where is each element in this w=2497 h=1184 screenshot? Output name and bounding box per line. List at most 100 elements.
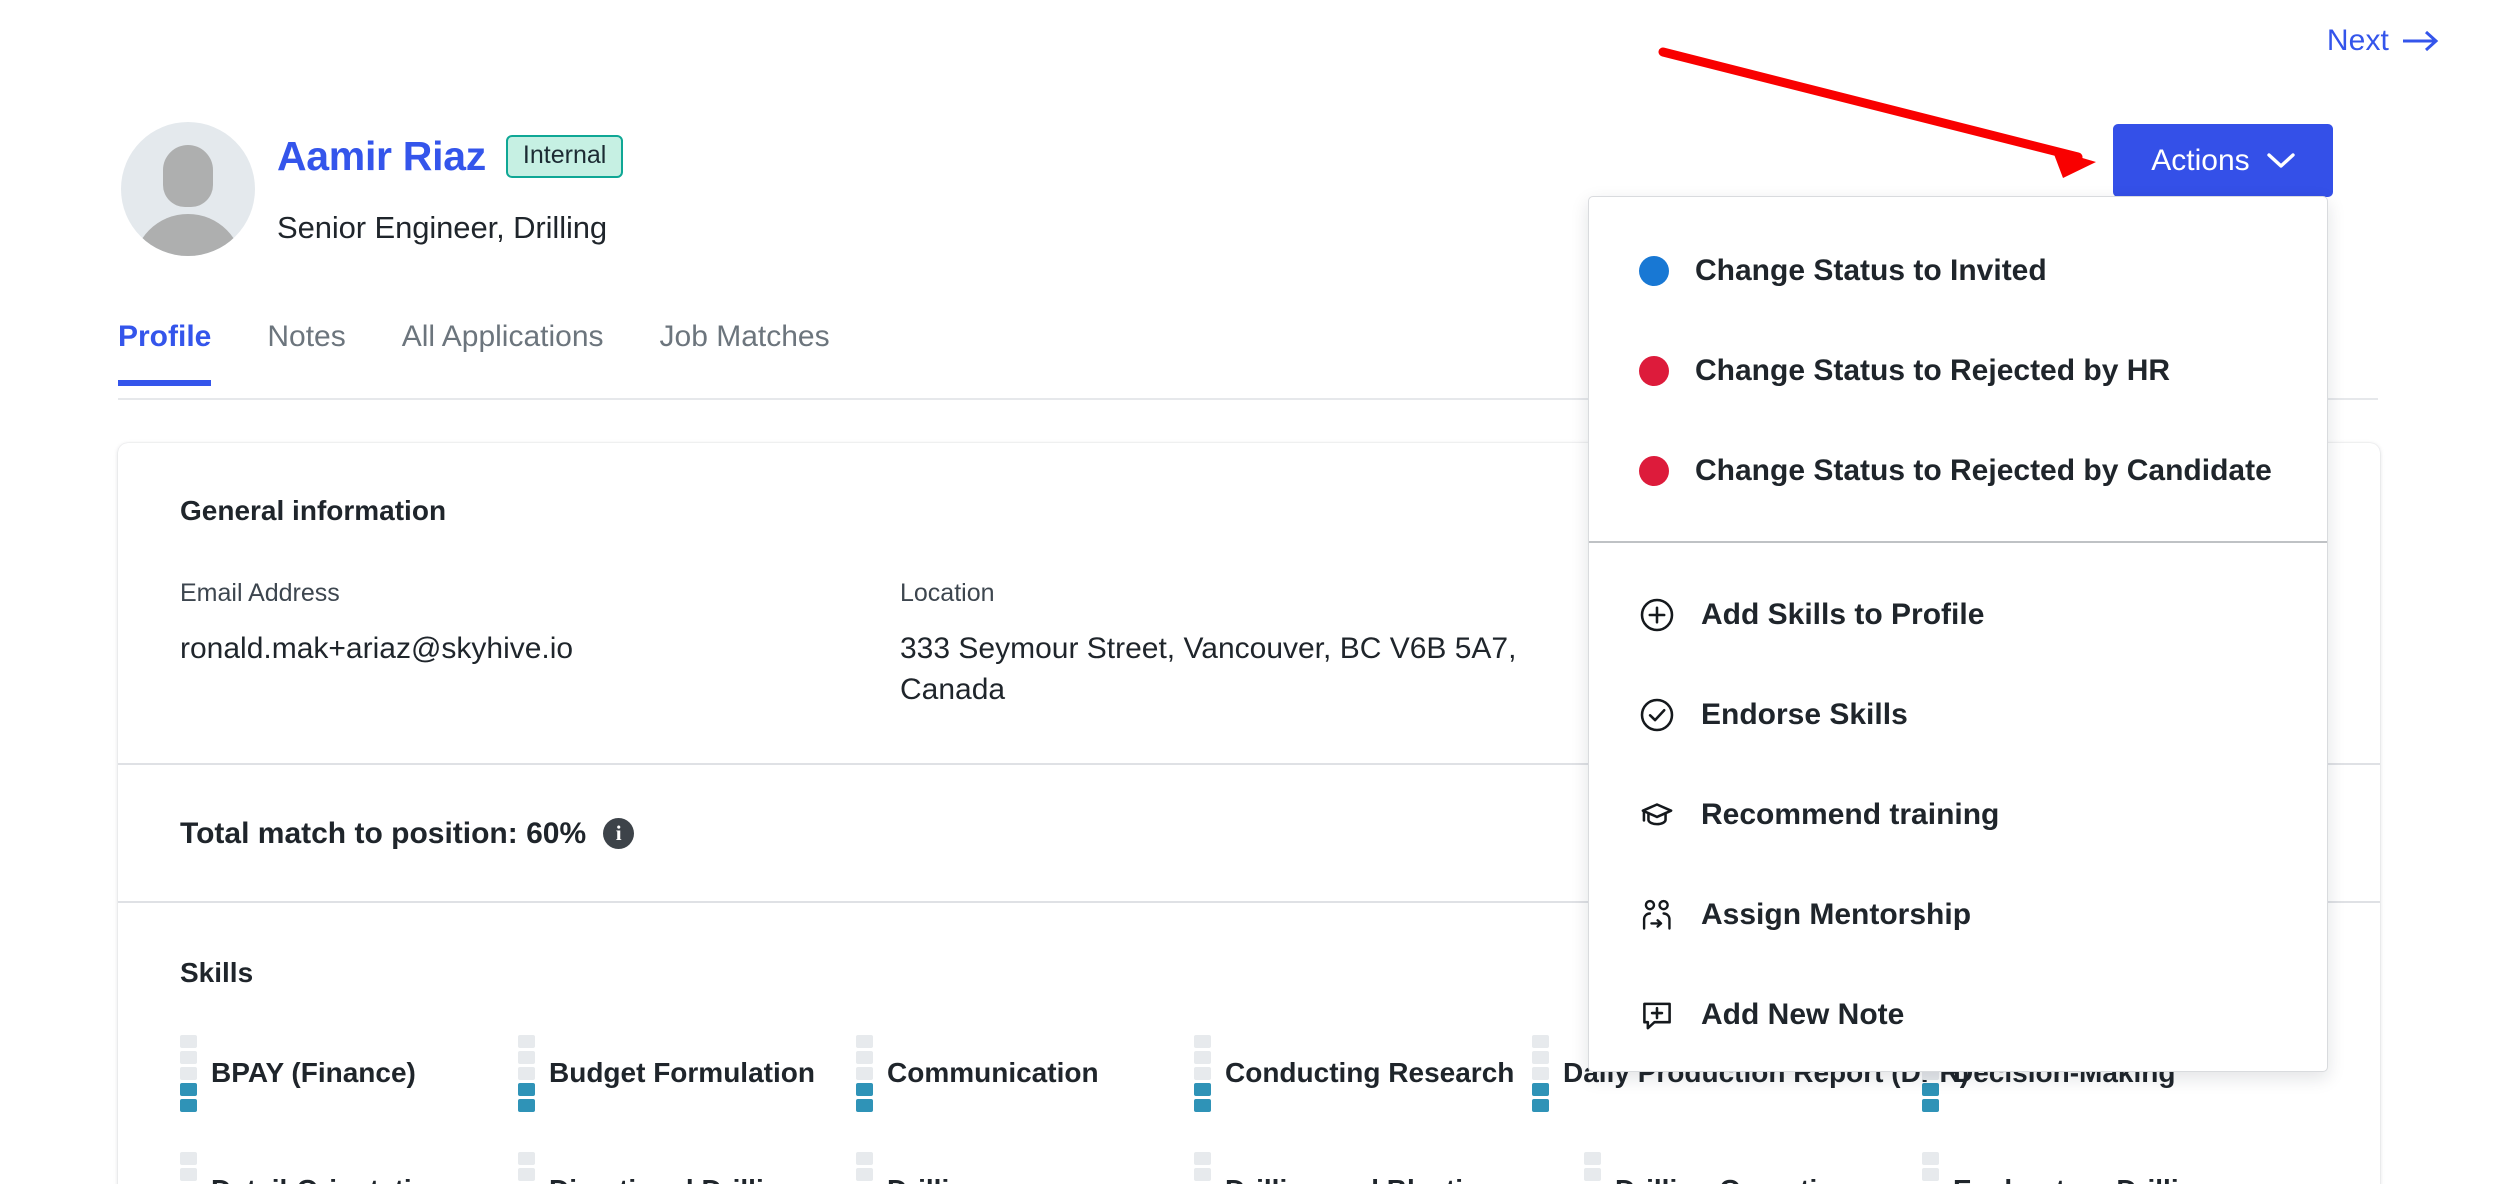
skill-level-segment <box>856 1151 873 1165</box>
menu-item-assign-mentorship[interactable]: Assign Mentorship <box>1589 865 2327 965</box>
skill-level-segment <box>518 1082 535 1096</box>
menu-item-change-status-rejected-candidate[interactable]: Change Status to Rejected by Candidate <box>1589 421 2327 521</box>
skill-level-indicator <box>180 1034 197 1112</box>
actions-button-label: Actions <box>2151 143 2250 177</box>
profile-job-title: Senior Engineer, Drilling <box>277 210 608 245</box>
skill-item[interactable]: Exploratory Drilling <box>1922 1151 2260 1184</box>
tab-job-matches[interactable]: Job Matches <box>660 320 830 386</box>
skill-level-segment <box>856 1098 873 1112</box>
skill-level-segment <box>180 1034 197 1048</box>
skill-level-segment <box>1194 1034 1211 1048</box>
skill-level-segment <box>1922 1082 1939 1096</box>
skill-name: Budget Formulation <box>549 1057 815 1089</box>
tab-notes[interactable]: Notes <box>267 320 345 386</box>
skill-name: Drilling and Blasting <box>1225 1174 1497 1184</box>
skill-level-segment <box>518 1050 535 1064</box>
skill-level-segment <box>1194 1082 1211 1096</box>
menu-item-change-status-rejected-hr[interactable]: Change Status to Rejected by HR <box>1589 321 2327 421</box>
skill-name: Drilling <box>887 1174 983 1184</box>
skill-item[interactable]: Communication <box>856 1034 1194 1112</box>
skill-level-segment <box>1194 1098 1211 1112</box>
menu-item-recommend-training[interactable]: Recommend training <box>1589 765 2327 865</box>
menu-divider <box>1589 541 2327 543</box>
tab-profile[interactable]: Profile <box>118 320 212 386</box>
skill-level-segment <box>1584 1167 1601 1181</box>
skill-level-segment <box>856 1167 873 1181</box>
skill-name: Communication <box>887 1057 1099 1089</box>
skill-level-indicator <box>856 1151 873 1184</box>
status-dot-red-icon <box>1639 456 1669 486</box>
menu-item-label: Add Skills to Profile <box>1701 598 1985 631</box>
skill-item[interactable]: Conducting Research <box>1194 1034 1532 1112</box>
location-value: 333 Seymour Street, Vancouver, BC V6B 5A… <box>900 632 1517 707</box>
check-circle-icon <box>1640 698 1674 732</box>
skill-name: Drilling Operations <box>1615 1174 1867 1184</box>
actions-dropdown-menu: Change Status to Invited Change Status t… <box>1588 196 2328 1072</box>
skill-item[interactable]: Directional Drilling <box>518 1151 856 1184</box>
info-icon[interactable]: i <box>603 818 635 850</box>
skill-level-segment <box>518 1034 535 1048</box>
mentorship-people-icon <box>1642 899 1671 930</box>
menu-item-endorse-skills[interactable]: Endorse Skills <box>1589 665 2327 765</box>
profile-actions-group: Add Skills to Profile Endorse Skills Rec… <box>1589 543 2327 1071</box>
skill-level-indicator <box>518 1034 535 1112</box>
arrow-right-icon <box>2403 30 2439 52</box>
page-title[interactable]: Aamir Riaz <box>277 133 486 180</box>
menu-item-label: Change Status to Rejected by Candidate <box>1695 454 2272 487</box>
chevron-down-icon <box>2266 153 2295 168</box>
next-link[interactable]: Next <box>2327 24 2440 58</box>
tab-bar: Profile Notes All Applications Job Match… <box>118 320 886 386</box>
skill-item[interactable]: Drilling and Blasting <box>1194 1151 1584 1184</box>
menu-item-label: Assign Mentorship <box>1701 898 1972 931</box>
menu-item-label: Add New Note <box>1701 998 1905 1031</box>
skill-level-segment <box>1922 1167 1939 1181</box>
avatar <box>121 122 255 256</box>
skill-item[interactable]: Detail-Orientation <box>180 1151 518 1184</box>
graduation-cap-icon <box>1641 803 1673 826</box>
skill-level-indicator <box>856 1034 873 1112</box>
menu-item-change-status-invited[interactable]: Change Status to Invited <box>1589 221 2327 321</box>
skill-level-segment <box>1532 1050 1549 1064</box>
skill-name: BPAY (Finance) <box>211 1057 416 1089</box>
tab-all-applications[interactable]: All Applications <box>402 320 604 386</box>
status-actions-group: Change Status to Invited Change Status t… <box>1589 197 2327 541</box>
plus-circle-icon <box>1640 598 1674 632</box>
skill-item[interactable]: BPAY (Finance) <box>180 1034 518 1112</box>
skill-level-segment <box>1532 1034 1549 1048</box>
skill-level-segment <box>856 1034 873 1048</box>
status-dot-blue-icon <box>1639 256 1669 286</box>
skill-level-segment <box>1194 1167 1211 1181</box>
skill-level-segment <box>1532 1082 1549 1096</box>
skill-item[interactable]: Drilling Operations <box>1584 1151 1922 1184</box>
skill-level-segment <box>1922 1151 1939 1165</box>
skill-item[interactable]: Drilling <box>856 1151 1194 1184</box>
skill-level-segment <box>856 1050 873 1064</box>
skill-name: Detail-Orientation <box>211 1174 446 1184</box>
skill-item[interactable]: Budget Formulation <box>518 1034 856 1112</box>
skill-level-segment <box>1584 1151 1601 1165</box>
menu-item-add-new-note[interactable]: Add New Note <box>1589 965 2327 1065</box>
skill-level-segment <box>180 1167 197 1181</box>
skill-level-segment <box>180 1082 197 1096</box>
next-label: Next <box>2326 24 2389 57</box>
skill-level-segment <box>856 1066 873 1080</box>
skill-level-indicator <box>180 1151 197 1184</box>
skill-level-segment <box>1194 1050 1211 1064</box>
skill-level-segment <box>856 1082 873 1096</box>
skill-level-indicator <box>1532 1034 1549 1112</box>
actions-button[interactable]: Actions <box>2113 124 2333 197</box>
skill-level-indicator <box>1922 1151 1939 1184</box>
location-field-group: Location 333 Seymour Street, Vancouver, … <box>900 579 1620 711</box>
skill-name: Directional Drilling <box>549 1174 798 1184</box>
status-badge: Internal <box>505 135 624 178</box>
menu-item-label: Change Status to Rejected by HR <box>1695 354 2171 387</box>
skill-level-segment <box>1922 1098 1939 1112</box>
skill-level-segment <box>180 1050 197 1064</box>
email-value: ronald.mak+ariaz@skyhive.io <box>180 632 574 665</box>
skill-level-indicator <box>1584 1151 1601 1184</box>
skill-level-segment <box>518 1151 535 1165</box>
email-field-group: Email Address ronald.mak+ariaz@skyhive.i… <box>180 579 900 711</box>
skill-level-segment <box>518 1066 535 1080</box>
skill-level-segment <box>518 1098 535 1112</box>
menu-item-add-skills-to-profile[interactable]: Add Skills to Profile <box>1589 565 2327 665</box>
